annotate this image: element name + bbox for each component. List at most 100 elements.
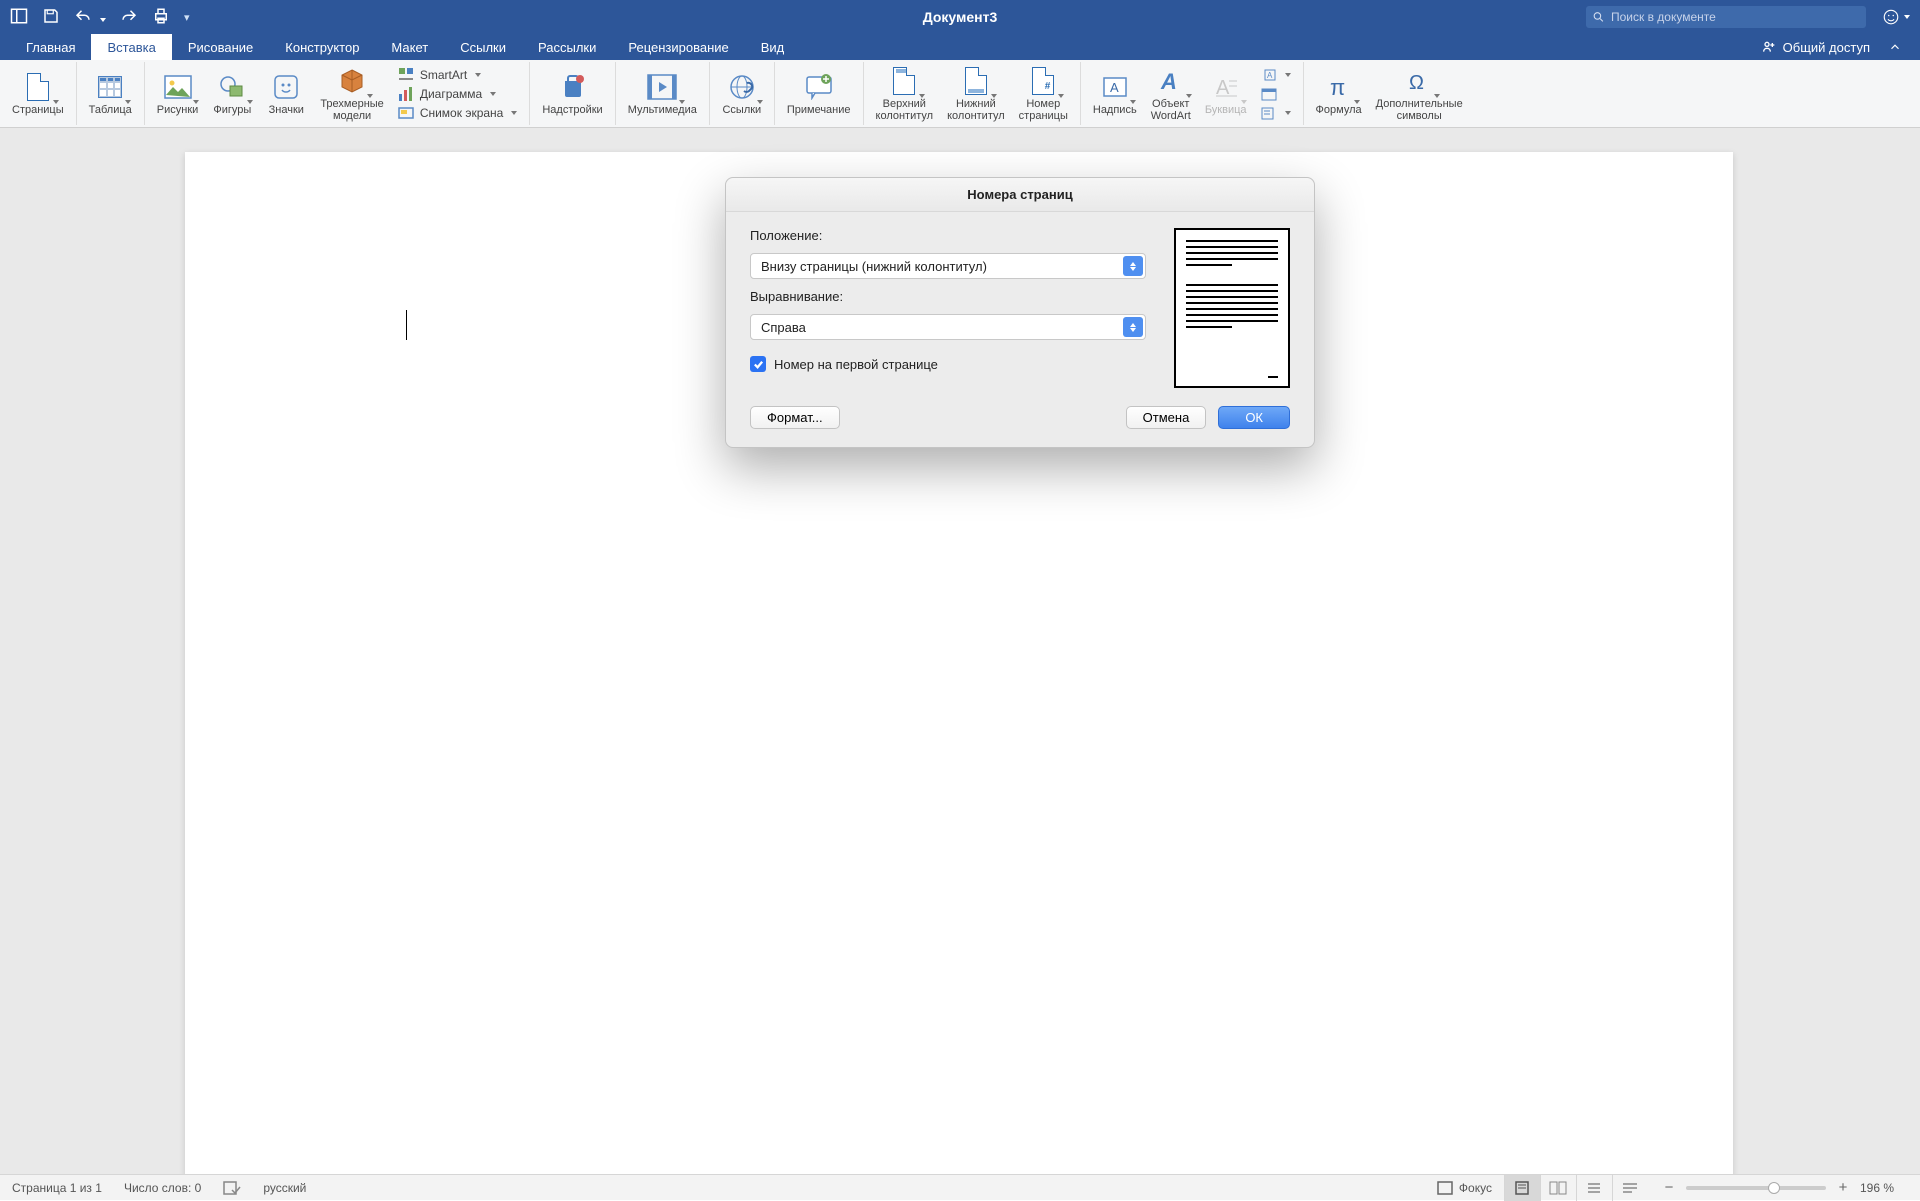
screenshot-button[interactable]: Снимок экрана [394, 104, 522, 122]
tab-references[interactable]: Ссылки [444, 34, 522, 60]
header-icon [889, 66, 919, 96]
date-icon [1261, 86, 1277, 102]
tab-mailings[interactable]: Рассылки [522, 34, 612, 60]
svg-text:π: π [1330, 75, 1345, 100]
position-select[interactable]: Внизу страницы (нижний колонтитул) [750, 253, 1146, 279]
statusbar: Страница 1 из 1 Число слов: 0 русский Фо… [0, 1174, 1920, 1200]
svg-text:A: A [1267, 71, 1273, 80]
tab-review[interactable]: Рецензирование [612, 34, 744, 60]
check-icon [753, 359, 764, 370]
web-layout-view[interactable] [1540, 1175, 1576, 1201]
insert-date-button[interactable] [1257, 85, 1295, 103]
pagenumber-icon: # [1028, 66, 1058, 96]
undo-icon[interactable] [74, 7, 92, 28]
format-button[interactable]: Формат... [750, 406, 840, 429]
dropcap-button: A Буквица [1201, 70, 1251, 118]
share-icon [1761, 39, 1777, 55]
ribbon-tabs: Главная Вставка Рисование Конструктор Ма… [0, 34, 1920, 60]
chart-button[interactable]: Диаграмма [394, 85, 522, 103]
ok-button[interactable]: ОК [1218, 406, 1290, 429]
svg-text:A: A [1160, 69, 1177, 94]
tab-layout[interactable]: Макет [375, 34, 444, 60]
word-count[interactable]: Число слов: 0 [124, 1181, 201, 1195]
zoom-slider[interactable] [1686, 1186, 1826, 1190]
position-value: Внизу страницы (нижний колонтитул) [761, 259, 987, 274]
icons-button[interactable]: Значки [262, 70, 310, 118]
tab-draw[interactable]: Рисование [172, 34, 269, 60]
textlines-icon: A [1261, 67, 1277, 83]
wordart-button[interactable]: A Объект WordArt [1147, 64, 1195, 124]
zoom-in-button[interactable]: + [1836, 1179, 1850, 1196]
share-button[interactable]: Общий доступ [1751, 34, 1880, 60]
collapse-ribbon-button[interactable] [1880, 34, 1910, 60]
qat-customize-icon[interactable]: ▾ [184, 11, 190, 24]
tab-home[interactable]: Главная [10, 34, 91, 60]
outline-icon [1586, 1181, 1602, 1195]
outline-view[interactable] [1576, 1175, 1612, 1201]
text-cursor [406, 310, 407, 340]
search-icon [1592, 10, 1605, 24]
chart-icon [398, 86, 414, 102]
draft-icon [1622, 1181, 1638, 1195]
links-button[interactable]: Ссылки [718, 70, 766, 118]
tab-view[interactable]: Вид [745, 34, 801, 60]
footer-button[interactable]: Нижний колонтитул [943, 64, 1009, 124]
page-numbers-dialog: Номера страниц Положение: Внизу страницы… [725, 177, 1315, 448]
stepper-icon [1123, 256, 1143, 276]
zoom-level[interactable]: 196 % [1860, 1181, 1894, 1195]
equation-button[interactable]: π Формула [1312, 70, 1366, 118]
shapes-button[interactable]: Фигуры [208, 70, 256, 118]
sidebar-toggle-icon[interactable] [10, 7, 28, 28]
redo-icon[interactable] [120, 7, 138, 28]
focus-mode-button[interactable]: Фокус [1425, 1181, 1504, 1195]
search-input[interactable] [1611, 10, 1860, 24]
footer-icon [961, 66, 991, 96]
symbol-button[interactable]: Ω Дополнительные символы [1372, 64, 1467, 124]
3dmodels-button[interactable]: Трехмерные модели [316, 64, 388, 124]
svg-text:Ω: Ω [1409, 72, 1424, 94]
document-canvas[interactable]: Номера страниц Положение: Внизу страницы… [0, 128, 1920, 1174]
svg-text:A: A [1110, 80, 1119, 95]
search-box[interactable] [1586, 6, 1866, 28]
page-indicator[interactable]: Страница 1 из 1 [12, 1181, 102, 1195]
header-button[interactable]: Верхний колонтитул [872, 64, 938, 124]
pictures-button[interactable]: Рисунки [153, 70, 203, 118]
weblayout-icon [1549, 1181, 1567, 1195]
media-button[interactable]: Мультимедиа [624, 70, 701, 118]
comment-button[interactable]: Примечание [783, 70, 855, 118]
view-switcher [1504, 1175, 1648, 1201]
comment-icon [804, 72, 834, 102]
cancel-button[interactable]: Отмена [1126, 406, 1207, 429]
textbox-button[interactable]: A Надпись [1089, 70, 1141, 118]
insert-field-button[interactable] [1257, 104, 1295, 122]
wordart-icon: A [1156, 66, 1186, 96]
feedback-button[interactable] [1882, 8, 1910, 26]
first-page-checkbox[interactable] [750, 356, 766, 372]
pages-button[interactable]: Страницы [8, 70, 68, 118]
draft-view[interactable] [1612, 1175, 1648, 1201]
save-icon[interactable] [42, 7, 60, 28]
chevron-up-icon [1888, 40, 1902, 54]
focus-icon [1437, 1181, 1453, 1195]
page[interactable]: Номера страниц Положение: Внизу страницы… [185, 152, 1733, 1174]
table-button[interactable]: Таблица [85, 70, 136, 118]
pi-icon: π [1324, 72, 1354, 102]
smartart-button[interactable]: SmartArt [394, 66, 522, 84]
pagenumber-button[interactable]: # Номер страницы [1015, 64, 1072, 124]
print-icon[interactable] [152, 7, 170, 28]
zoom-out-button[interactable]: − [1662, 1179, 1676, 1196]
smartart-icon [398, 67, 414, 83]
insert-object-button[interactable]: A [1257, 66, 1295, 84]
tab-design[interactable]: Конструктор [269, 34, 375, 60]
spellcheck-icon [223, 1180, 241, 1196]
undo-caret-icon[interactable] [98, 10, 106, 25]
spellcheck-button[interactable] [223, 1180, 241, 1196]
alignment-select[interactable]: Справа [750, 314, 1146, 340]
print-layout-view[interactable] [1504, 1175, 1540, 1201]
slider-thumb[interactable] [1768, 1182, 1780, 1194]
position-label: Положение: [750, 228, 1146, 243]
tab-insert[interactable]: Вставка [91, 34, 171, 60]
addins-button[interactable]: Надстройки [538, 70, 606, 118]
language-indicator[interactable]: русский [263, 1181, 306, 1195]
printlayout-icon [1514, 1181, 1530, 1195]
